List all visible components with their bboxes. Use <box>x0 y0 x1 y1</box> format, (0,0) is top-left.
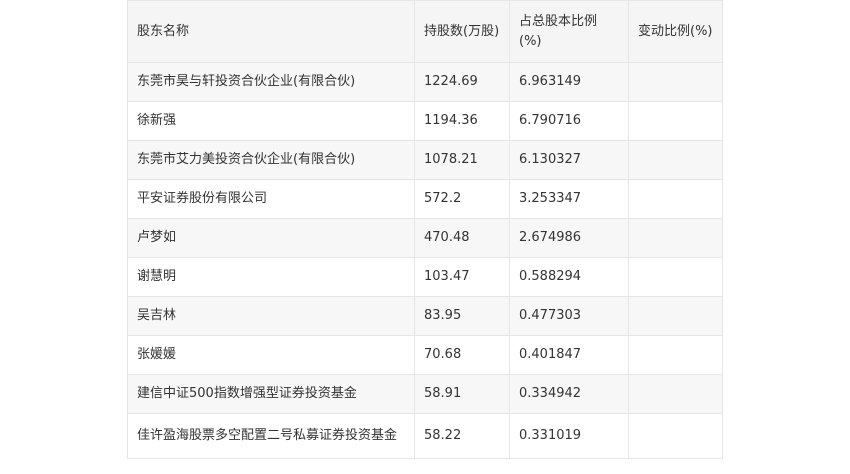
cell-shares: 83.95 <box>414 296 510 336</box>
table-row: 张媛媛 70.68 0.401847 <box>127 335 723 375</box>
cell-change-ratio <box>628 335 723 375</box>
header-shareholder-name: 股东名称 <box>127 0 415 63</box>
table-row: 建信中证500指数增强型证券投资基金 58.91 0.334942 <box>127 374 723 414</box>
table-row: 东莞市昊与轩投资合伙企业(有限合伙) 1224.69 6.963149 <box>127 62 723 102</box>
header-shares: 持股数(万股) <box>414 0 510 63</box>
cell-shareholder-name: 佳许盈海股票多空配置二号私募证券投资基金 <box>127 413 415 459</box>
cell-share-ratio: 2.674986 <box>509 218 629 258</box>
header-change-ratio: 变动比例(%) <box>628 0 723 63</box>
cell-shareholder-name: 谢慧明 <box>127 257 415 297</box>
cell-change-ratio <box>628 296 723 336</box>
cell-shareholder-name: 吴吉林 <box>127 296 415 336</box>
header-share-ratio: 占总股本比例(%) <box>509 0 629 63</box>
cell-shares: 1194.36 <box>414 101 510 141</box>
cell-shareholder-name: 建信中证500指数增强型证券投资基金 <box>127 374 415 414</box>
cell-shares: 58.91 <box>414 374 510 414</box>
cell-shareholder-name: 东莞市艾力美投资合伙企业(有限合伙) <box>127 140 415 180</box>
table-row: 谢慧明 103.47 0.588294 <box>127 257 723 297</box>
cell-shares: 103.47 <box>414 257 510 297</box>
table-row: 平安证券股份有限公司 572.2 3.253347 <box>127 179 723 219</box>
cell-share-ratio: 0.588294 <box>509 257 629 297</box>
cell-share-ratio: 3.253347 <box>509 179 629 219</box>
cell-share-ratio: 6.963149 <box>509 62 629 102</box>
cell-shares: 470.48 <box>414 218 510 258</box>
table-header-row: 股东名称 持股数(万股) 占总股本比例(%) 变动比例(%) <box>127 0 723 63</box>
cell-change-ratio <box>628 140 723 180</box>
cell-share-ratio: 0.401847 <box>509 335 629 375</box>
cell-share-ratio: 6.790716 <box>509 101 629 141</box>
table-row: 东莞市艾力美投资合伙企业(有限合伙) 1078.21 6.130327 <box>127 140 723 180</box>
cell-shareholder-name: 平安证券股份有限公司 <box>127 179 415 219</box>
cell-change-ratio <box>628 413 723 459</box>
cell-shares: 572.2 <box>414 179 510 219</box>
cell-share-ratio: 0.477303 <box>509 296 629 336</box>
cell-shares: 1224.69 <box>414 62 510 102</box>
shareholder-table: 股东名称 持股数(万股) 占总股本比例(%) 变动比例(%) 东莞市昊与轩投资合… <box>127 0 723 459</box>
cell-share-ratio: 0.331019 <box>509 413 629 459</box>
cell-share-ratio: 6.130327 <box>509 140 629 180</box>
cell-shares: 58.22 <box>414 413 510 459</box>
cell-change-ratio <box>628 179 723 219</box>
cell-share-ratio: 0.334942 <box>509 374 629 414</box>
cell-change-ratio <box>628 62 723 102</box>
table-row: 徐新强 1194.36 6.790716 <box>127 101 723 141</box>
cell-shareholder-name: 卢梦如 <box>127 218 415 258</box>
table-row: 吴吉林 83.95 0.477303 <box>127 296 723 336</box>
cell-shareholder-name: 徐新强 <box>127 101 415 141</box>
cell-change-ratio <box>628 101 723 141</box>
cell-change-ratio <box>628 374 723 414</box>
cell-shares: 70.68 <box>414 335 510 375</box>
cell-shareholder-name: 张媛媛 <box>127 335 415 375</box>
cell-shareholder-name: 东莞市昊与轩投资合伙企业(有限合伙) <box>127 62 415 102</box>
table-row: 佳许盈海股票多空配置二号私募证券投资基金 58.22 0.331019 <box>127 413 723 459</box>
table-row: 卢梦如 470.48 2.674986 <box>127 218 723 258</box>
cell-change-ratio <box>628 257 723 297</box>
cell-change-ratio <box>628 218 723 258</box>
cell-shares: 1078.21 <box>414 140 510 180</box>
